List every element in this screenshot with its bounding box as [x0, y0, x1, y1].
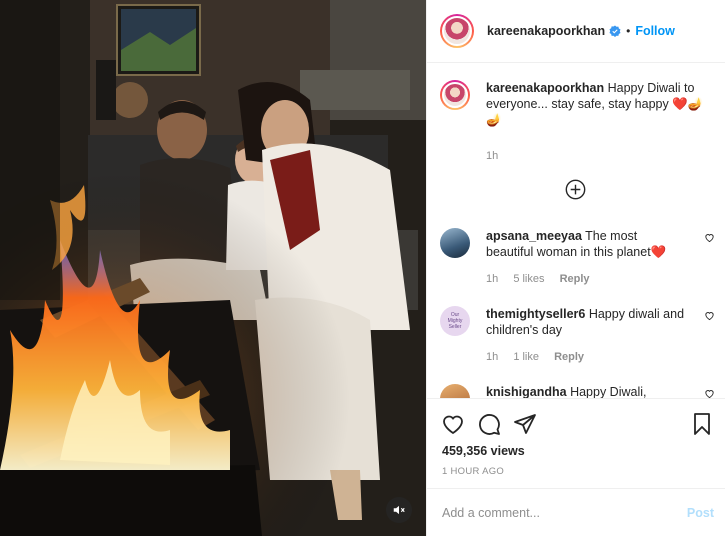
share-paper-plane-icon[interactable] — [513, 412, 537, 436]
post-header: kareenakapoorkhan • Follow — [427, 0, 725, 63]
post-sidebar: kareenakapoorkhan • Follow kareenakapoor… — [426, 0, 725, 536]
comment-time: 1h — [486, 351, 499, 363]
reply-button[interactable]: Reply — [554, 351, 584, 363]
commenter-username[interactable]: knishigandha — [486, 385, 567, 398]
comments-list[interactable]: kareenakapoorkhan Happy Diwali to everyo… — [427, 64, 725, 398]
follow-button[interactable]: Follow — [635, 24, 675, 38]
post-actions: 459,356 views 1 HOUR AGO — [427, 398, 725, 488]
caption-avatar[interactable] — [440, 80, 470, 110]
caption-time: 1h — [486, 150, 499, 162]
post-video[interactable] — [0, 0, 426, 536]
commenter-username[interactable]: apsana_meeyaa — [486, 229, 582, 243]
post-timestamp[interactable]: 1 HOUR AGO — [442, 466, 504, 477]
comment-message: Happy Diwali, — [570, 385, 647, 398]
add-comment-bar: Post — [427, 488, 725, 536]
comment-text: themightyseller6 Happy diwali and childr… — [486, 306, 686, 338]
comment-input[interactable] — [442, 501, 672, 525]
comment-text: knishigandha Happy Diwali, — [486, 384, 686, 398]
like-comment-heart-icon[interactable] — [704, 310, 715, 321]
caption-text: kareenakapoorkhan Happy Diwali to everyo… — [486, 80, 706, 128]
comment-emoji: ❤️ — [650, 245, 667, 259]
comment-likes[interactable]: 5 likes — [513, 273, 544, 285]
author-avatar[interactable] — [440, 14, 474, 48]
comment-text: apsana_meeyaa The most beautiful woman i… — [486, 228, 686, 260]
caption-username[interactable]: kareenakapoorkhan — [486, 81, 604, 95]
mute-button[interactable] — [386, 497, 412, 523]
comment-meta: 1h 5 likes Reply — [486, 273, 602, 285]
author-username[interactable]: kareenakapoorkhan — [487, 24, 605, 38]
commenter-avatar[interactable] — [440, 228, 470, 258]
caption-meta: 1h — [486, 150, 510, 162]
like-heart-icon[interactable] — [441, 412, 465, 436]
commenter-avatar[interactable] — [440, 384, 470, 398]
comment-meta: 1h 1 like Reply — [486, 351, 596, 363]
verified-badge-icon — [609, 25, 621, 37]
like-comment-heart-icon[interactable] — [704, 388, 715, 398]
comment-likes[interactable]: 1 like — [513, 351, 539, 363]
view-count[interactable]: 459,356 views — [442, 444, 525, 458]
comment-time: 1h — [486, 273, 499, 285]
commenter-username[interactable]: themightyseller6 — [486, 307, 585, 321]
speaker-muted-icon — [393, 505, 405, 515]
comment-bubble-icon[interactable] — [477, 412, 501, 436]
commenter-avatar[interactable]: Our Mighty Seller — [440, 306, 470, 336]
separator-dot: • — [626, 24, 631, 38]
like-comment-heart-icon[interactable] — [704, 232, 715, 243]
load-more-comments-icon[interactable] — [565, 179, 586, 200]
post-comment-button[interactable]: Post — [687, 506, 714, 520]
reply-button[interactable]: Reply — [560, 273, 590, 285]
save-bookmark-icon[interactable] — [690, 412, 714, 436]
video-frame — [0, 0, 426, 536]
